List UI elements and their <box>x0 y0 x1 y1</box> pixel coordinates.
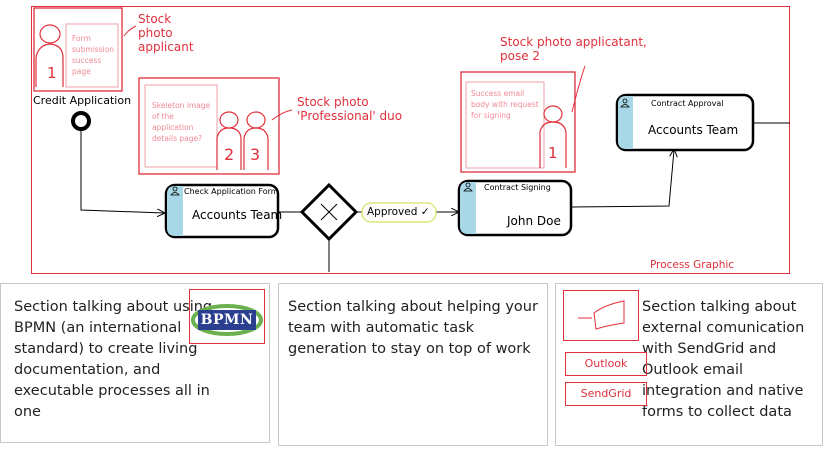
flow-signing-to-approval <box>570 150 674 208</box>
process-graphic-label: Process Graphic <box>650 259 735 271</box>
annotation-applicant: Stock photo applicant <box>138 12 194 54</box>
section-external-text: Section talking about external comunicat… <box>642 299 805 420</box>
task-assignee: John Doe <box>507 214 561 228</box>
start-event[interactable] <box>71 111 91 131</box>
figure-number: 2 <box>224 145 235 164</box>
annotation-arrow-pose2 <box>571 65 586 113</box>
section-task-text: Section talking about helping your team … <box>288 299 538 357</box>
task-title: Contract Approval <box>651 99 724 108</box>
annotation-arrow-applicant <box>123 25 137 37</box>
exclusive-gateway[interactable] <box>299 182 359 242</box>
figure-number: 3 <box>250 145 261 164</box>
section-bpmn: Section talking about using BPMN (an int… <box>0 283 270 443</box>
figure-number: 1 <box>548 144 558 162</box>
figure-number: 1 <box>47 64 57 82</box>
sendgrid-button[interactable]: SendGrid <box>565 382 647 406</box>
annotation-pose2-line1: Stock photo applicatant, <box>500 35 647 49</box>
section-task-generation: Section talking about helping your team … <box>278 283 548 446</box>
task-title: Check Application Form <box>184 187 279 196</box>
bpmn-logo-frame: BPMN <box>189 289 265 344</box>
task-assignee: Accounts Team <box>648 123 739 137</box>
bpmn-logo-text: BPMN <box>200 312 254 328</box>
skeleton-placeholder-text: Skeleton image of the application detail… <box>152 101 211 143</box>
task-assignee: Accounts Team <box>192 208 283 222</box>
success-email-placeholder-text: Success email body with request for sign… <box>471 89 539 120</box>
approved-flow-label: Approved ✓ <box>367 206 430 218</box>
annotation-arrow-duo <box>271 109 293 121</box>
task-title: Contract Signing <box>484 183 551 192</box>
form-success-placeholder-text: Form submission success page <box>72 34 115 76</box>
outlook-button[interactable]: Outlook <box>565 352 647 376</box>
canvas: { "process_graphic": { "label": "Process… <box>0 0 828 453</box>
annotation-pose2-line2: pose 2 <box>500 49 541 63</box>
start-event-label: Credit Application <box>33 94 132 107</box>
section-bpmn-text: Section talking about using BPMN (an int… <box>14 299 213 420</box>
annotation-duo: Stock photo 'Professional' duo <box>297 95 403 123</box>
section-external-communication: Section talking about external comunicat… <box>555 283 823 446</box>
email-icon <box>578 300 625 330</box>
email-icon-frame <box>563 290 639 341</box>
